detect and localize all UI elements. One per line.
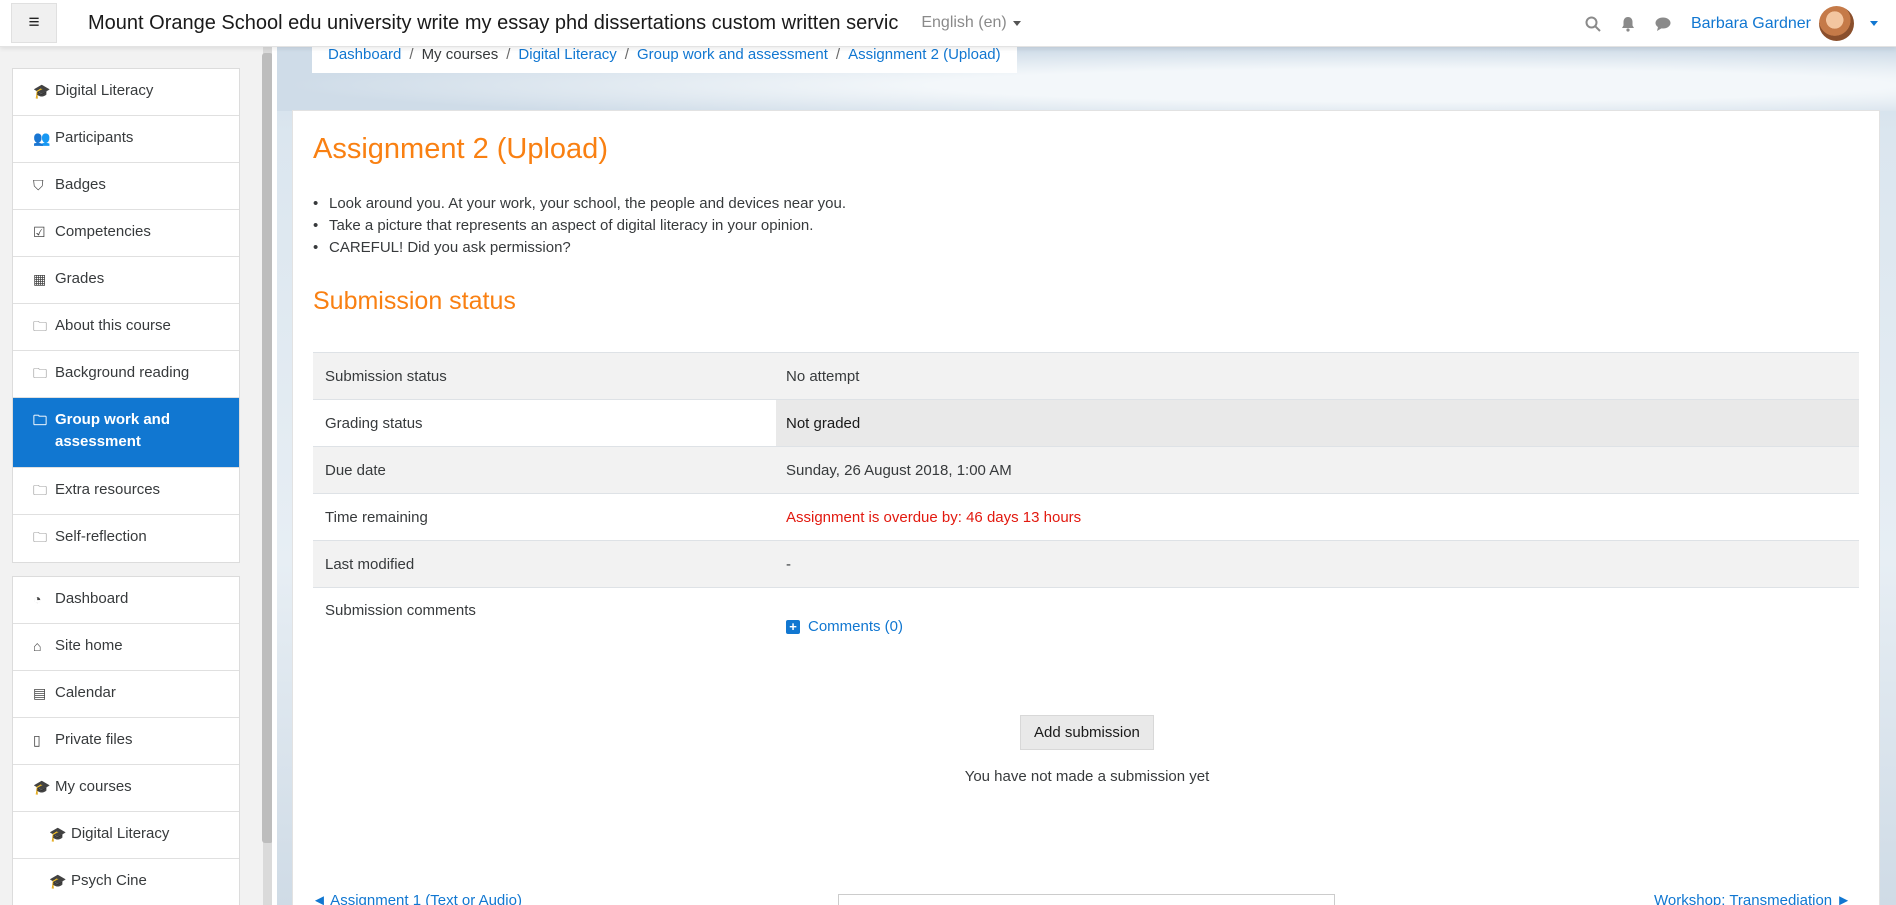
row-label: Time remaining	[313, 493, 776, 541]
drawer-scrollbar-thumb[interactable]	[262, 53, 272, 843]
row-value: Sunday, 26 August 2018, 1:00 AM	[776, 446, 1859, 494]
nav-item-self-reflection[interactable]: 🗀 Self-reflection	[13, 515, 239, 562]
caret-down-icon	[1012, 20, 1021, 26]
nav-item-my-courses[interactable]: 🎓 My courses	[13, 765, 239, 812]
folder-icon: 🗀	[33, 318, 47, 334]
search-icon[interactable]	[1585, 16, 1601, 32]
home-icon: ⌂	[33, 638, 42, 654]
table-row: Last modified -	[313, 540, 1859, 588]
nav-item-about-this-course[interactable]: 🗀 About this course	[13, 304, 239, 351]
graduation-cap-icon: 🎓	[49, 826, 67, 842]
user-menu-caret-icon[interactable]	[1870, 21, 1878, 26]
site-nav: ◔ Dashboard ⌂ Site home ▤ Calendar ▯ Private…	[12, 576, 240, 905]
chat-bubble-icon[interactable]	[1655, 17, 1671, 31]
intro-item: CAREFUL! Did you ask permission?	[313, 237, 846, 259]
nav-item-private-files[interactable]: ▯ Private files	[13, 718, 239, 765]
nav-item-background-reading[interactable]: 🗀 Background reading	[13, 351, 239, 398]
main-content-card: Assignment 2 (Upload) Look around you. A…	[292, 110, 1880, 905]
submission-status-table: Submission status No attempt Grading sta…	[313, 352, 1859, 670]
nav-item-dashboard[interactable]: ◔ Dashboard	[13, 577, 239, 624]
row-value: Not graded	[776, 399, 1859, 447]
users-icon: 👥	[33, 130, 51, 146]
no-submission-note: You have not made a submission yet	[964, 768, 1210, 785]
site-title[interactable]: Mount Orange School edu university write…	[88, 12, 898, 35]
table-row: Grading status Not graded	[313, 399, 1859, 447]
row-label: Due date	[313, 446, 776, 494]
comments-link[interactable]: + Comments (0)	[786, 618, 903, 635]
avatar[interactable]	[1819, 6, 1854, 41]
nav-item-calendar[interactable]: ▤ Calendar	[13, 671, 239, 718]
nav-item-course-digital-literacy[interactable]: 🎓 Digital Literacy	[13, 812, 239, 859]
file-icon: ▯	[33, 732, 41, 748]
language-menu[interactable]: English (en)	[921, 14, 1021, 32]
overdue-value: Assignment is overdue by: 46 days 13 hou…	[776, 493, 1859, 541]
row-label: Submission status	[313, 352, 776, 400]
next-activity-link[interactable]: Workshop: Transmediation ►	[1654, 892, 1851, 905]
table-icon: ▦	[33, 271, 47, 287]
graduation-cap-icon: 🎓	[33, 779, 51, 795]
breadcrumb-course[interactable]: Digital Literacy	[518, 46, 616, 73]
nav-item-extra-resources[interactable]: 🗀 Extra resources	[13, 468, 239, 515]
graduation-cap-icon: 🎓	[49, 873, 67, 889]
graduation-cap-icon: 🎓	[33, 83, 51, 99]
course-nav: 🎓 Digital Literacy 👥 Participants ⛉ Badges …	[12, 68, 240, 563]
table-row: Due date Sunday, 26 August 2018, 1:00 AM	[313, 446, 1859, 494]
nav-item-site-home[interactable]: ⌂ Site home	[13, 624, 239, 671]
language-label: English (en)	[921, 14, 1007, 31]
check-square-icon: ☑	[33, 224, 46, 240]
folder-icon: 🗀	[33, 529, 47, 545]
plus-square-icon: +	[786, 619, 800, 634]
nav-drawer: 🎓 Digital Literacy 👥 Participants ⛉ Badges …	[0, 47, 272, 905]
menu-toggle-button[interactable]: ≡	[11, 3, 57, 43]
row-value: -	[776, 540, 1859, 588]
table-row: Submission status No attempt	[313, 352, 1859, 400]
breadcrumb-my-courses: My courses	[421, 46, 499, 63]
previous-activity-link[interactable]: ◄ Assignment 1 (Text or Audio)	[312, 892, 522, 905]
nav-item-course-psych-cine[interactable]: 🎓 Psych Cine	[13, 859, 239, 905]
row-value: No attempt	[776, 352, 1859, 400]
folder-icon: 🗀	[33, 412, 47, 428]
row-label: Last modified	[313, 540, 776, 588]
shield-icon: ⛉	[33, 177, 44, 193]
nav-item-grades[interactable]: ▦ Grades	[13, 257, 239, 304]
table-row: Time remaining Assignment is overdue by:…	[313, 493, 1859, 541]
intro-item: Look around you. At your work, your scho…	[313, 193, 846, 215]
submission-status-heading: Submission status	[313, 287, 516, 315]
nav-item-competencies[interactable]: ☑ Competencies	[13, 210, 239, 257]
breadcrumb-section[interactable]: Group work and assessment	[637, 46, 828, 73]
hamburger-icon: ≡	[28, 12, 40, 33]
breadcrumb-current[interactable]: Assignment 2 (Upload)	[848, 46, 1001, 73]
row-label: Grading status	[313, 399, 776, 447]
folder-icon: 🗀	[33, 365, 47, 381]
add-submission-button[interactable]: Add submission	[1020, 715, 1154, 750]
top-navbar: ≡ Mount Orange School edu university wri…	[0, 0, 1896, 47]
assignment-intro: Look around you. At your work, your scho…	[313, 193, 846, 259]
row-label: Submission comments	[313, 587, 776, 670]
folder-icon: 🗀	[33, 482, 47, 498]
table-row: Submission comments + Comments (0)	[313, 587, 1859, 670]
dashboard-icon: ◔	[33, 591, 42, 607]
nav-item-group-work-and-assessment[interactable]: 🗀 Group work and assessment	[13, 398, 239, 468]
breadcrumb-dashboard[interactable]: Dashboard	[328, 46, 401, 73]
user-name[interactable]: Barbara Gardner	[1691, 15, 1811, 33]
page-title: Assignment 2 (Upload)	[313, 133, 608, 165]
intro-item: Take a picture that represents an aspect…	[313, 215, 846, 237]
nav-item-digital-literacy[interactable]: 🎓 Digital Literacy	[13, 69, 239, 116]
calendar-icon: ▤	[33, 685, 47, 701]
bell-icon[interactable]	[1621, 16, 1635, 32]
nav-item-badges[interactable]: ⛉ Badges	[13, 163, 239, 210]
jump-to-select[interactable]	[838, 894, 1335, 905]
comments-label: Comments (0)	[808, 618, 904, 635]
nav-item-participants[interactable]: 👥 Participants	[13, 116, 239, 163]
